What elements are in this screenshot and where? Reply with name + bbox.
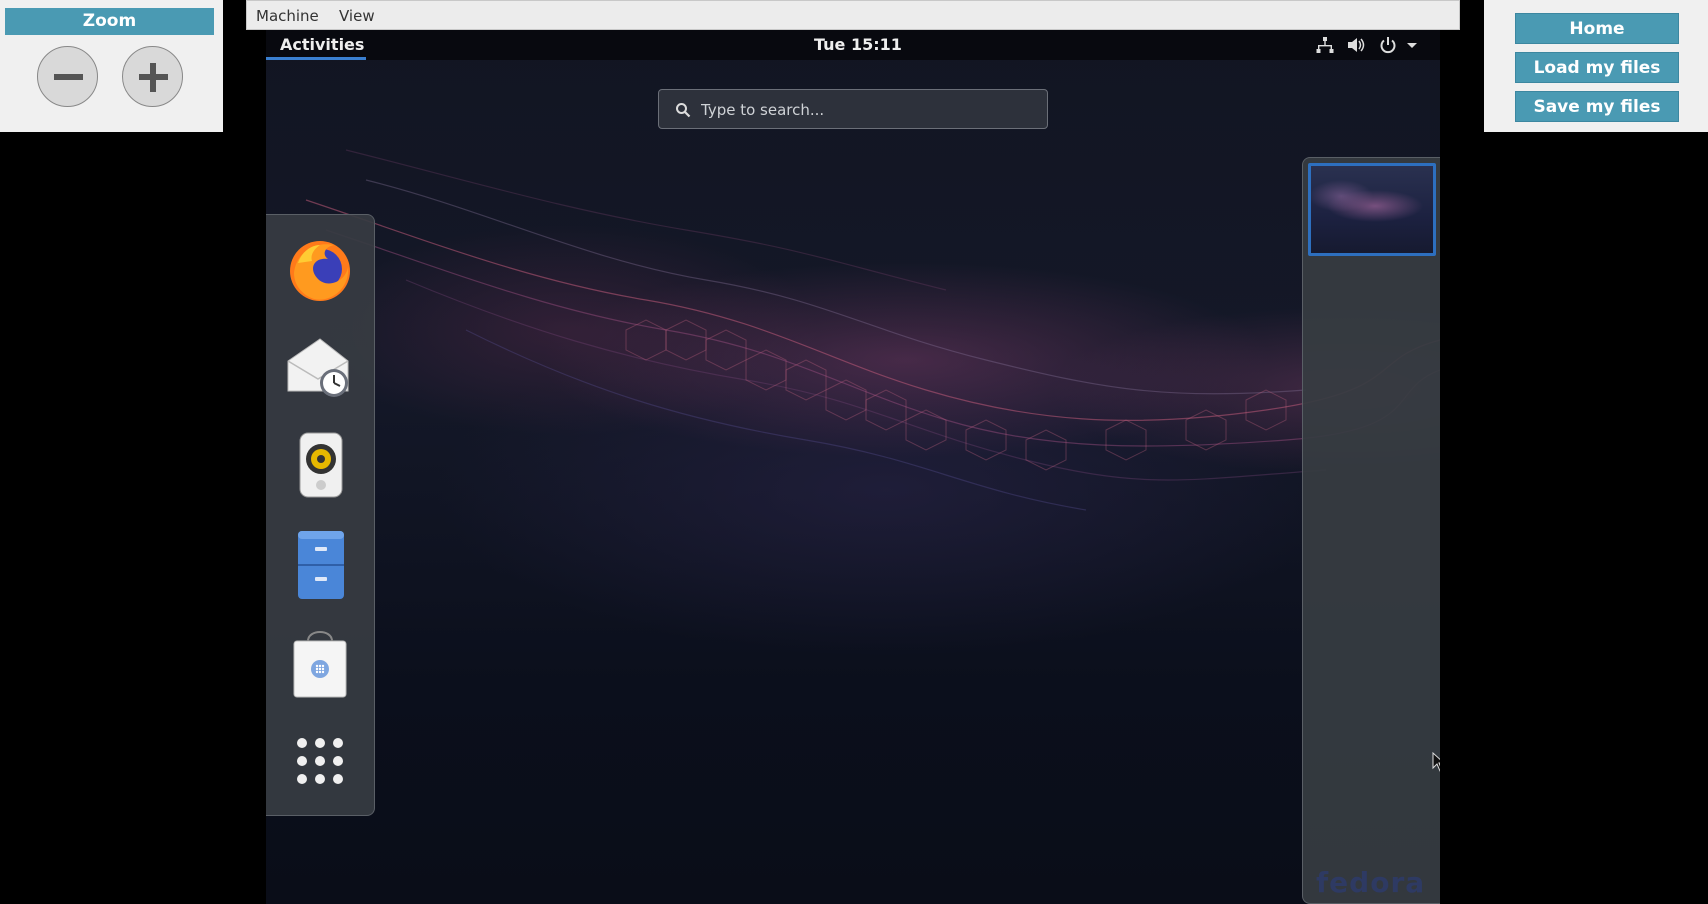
activities-button[interactable]: Activities [280,35,364,54]
volume-icon[interactable] [1347,36,1367,54]
plus-icon-vertical [150,63,156,92]
zoom-in-button[interactable] [122,46,183,107]
vm-desktop[interactable]: Activities Tue 15:11 Type to search... f… [266,30,1440,904]
home-button[interactable]: Home [1515,13,1679,44]
evolution-mail-icon[interactable] [284,331,356,403]
mouse-cursor-icon [1432,752,1440,772]
menu-view[interactable]: View [339,7,375,25]
zoom-title: Zoom [5,8,214,35]
vm-menubar: Machine View [246,0,1460,30]
dash [266,214,375,816]
load-files-button[interactable]: Load my files [1515,52,1679,83]
network-icon[interactable] [1316,36,1334,54]
chevron-down-icon[interactable] [1406,36,1418,54]
software-bag-icon[interactable] [284,627,356,699]
activities-indicator [266,57,366,60]
search-box[interactable] [658,89,1048,129]
firefox-icon[interactable] [284,233,356,305]
save-files-button[interactable]: Save my files [1515,91,1679,122]
fedora-logo: fedora [1316,866,1426,899]
show-applications-grid-icon[interactable] [284,725,356,797]
workspace-thumbnail[interactable] [1308,163,1436,256]
zoom-panel: Zoom [0,0,223,132]
clock[interactable]: Tue 15:11 [814,35,902,54]
menu-machine[interactable]: Machine [256,7,319,25]
minus-icon [54,74,83,80]
workspace-switcher [1302,157,1440,904]
search-input[interactable] [701,99,1031,121]
wallpaper-mesh [305,149,1440,511]
search-icon [676,103,691,118]
files-cabinet-icon[interactable] [284,529,356,601]
rhythmbox-speaker-icon[interactable] [284,429,356,501]
gnome-topbar: Activities Tue 15:11 [266,30,1440,60]
screen: Zoom Machine View Activities Tue 15:11 T… [0,0,1708,904]
zoom-out-button[interactable] [37,46,98,107]
power-icon[interactable] [1379,36,1397,54]
file-actions-panel: Home Load my files Save my files [1484,0,1708,132]
